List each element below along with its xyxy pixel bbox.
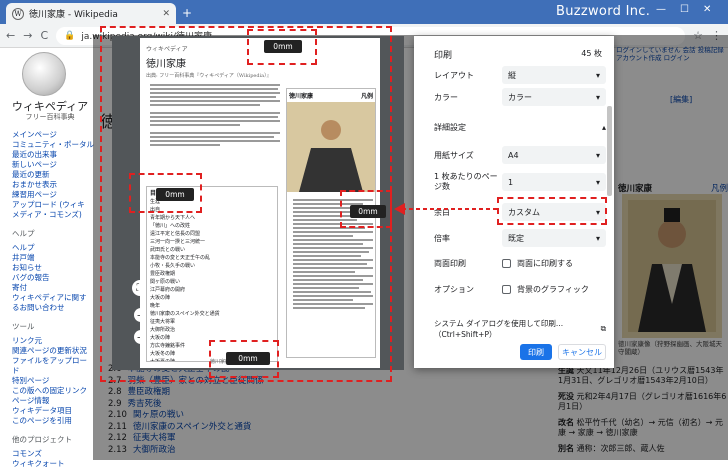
- details-label: 詳細設定: [434, 123, 466, 132]
- background-graphics-checkbox[interactable]: [502, 285, 511, 294]
- sidebar-heading: ツール: [12, 322, 35, 331]
- print-title: 印刷: [434, 51, 453, 61]
- sidebar-link[interactable]: ウィキペディアに関するお問い合わせ: [12, 293, 92, 313]
- sidebar-link[interactable]: リンク元: [12, 336, 92, 346]
- chevron-down-icon: ▾: [595, 177, 600, 187]
- duplex-checkbox[interactable]: [502, 259, 511, 268]
- chevron-up-icon: ▴: [601, 123, 606, 132]
- layout-label: レイアウト: [434, 70, 474, 80]
- maximize-button[interactable]: ☐: [680, 4, 689, 15]
- lock-icon: 🔒: [64, 30, 76, 41]
- annotation-bottom-badge: [209, 340, 279, 378]
- sidebar-link[interactable]: メインページ: [12, 130, 92, 140]
- sidebar-heading: 他のプロジェクト: [12, 435, 72, 444]
- duplex-option-label: 両面に印刷する: [517, 259, 573, 268]
- chevron-down-icon: ▾: [595, 70, 600, 80]
- dialog-scrollbar[interactable]: [607, 106, 612, 196]
- paper-row: 用紙サイズ A4 ▾: [434, 146, 606, 164]
- new-tab-button[interactable]: +: [182, 6, 192, 20]
- wikipedia-favicon-icon: W: [12, 7, 24, 20]
- sidebar-link[interactable]: コミュニティ・ポータル: [12, 140, 94, 150]
- forward-button[interactable]: →: [23, 29, 32, 42]
- close-tab-icon[interactable]: ✕: [162, 9, 170, 19]
- reload-button[interactable]: C: [40, 29, 48, 42]
- sidebar-link[interactable]: ウィキクォート: [12, 459, 92, 469]
- sidebar-link[interactable]: バグの報告: [12, 273, 92, 283]
- system-dialog-link[interactable]: システム ダイアログを使用して印刷...（Ctrl+Shift+P） ⧉: [434, 318, 606, 340]
- sidebar-link[interactable]: 関連ページの更新状況: [12, 346, 92, 356]
- sidebar-link[interactable]: このページを引用: [12, 416, 92, 426]
- sidebar-link[interactable]: 寄付: [12, 283, 92, 293]
- window-controls: — ☐ ✕: [656, 4, 711, 15]
- cancel-button[interactable]: キャンセル: [558, 344, 606, 360]
- open-external-icon: ⧉: [600, 324, 606, 333]
- wikipedia-logo[interactable]: [22, 52, 66, 96]
- color-select[interactable]: カラー ▾: [502, 88, 606, 106]
- scale-label: 倍率: [434, 233, 450, 243]
- tab-title: 徳川家康 - Wikipedia: [29, 10, 118, 20]
- close-window-button[interactable]: ✕: [703, 4, 711, 15]
- layout-select[interactable]: 縦 ▾: [502, 66, 606, 84]
- chevron-down-icon: ▾: [595, 150, 600, 160]
- print-button[interactable]: 印刷: [520, 344, 552, 360]
- sidebar-link[interactable]: 井戸端: [12, 253, 92, 263]
- pages-per-sheet-label: 1 枚あたりのページ数: [434, 172, 498, 191]
- sidebar-link[interactable]: ファイルをアップロード: [12, 356, 92, 376]
- sidebar-link[interactable]: ページ情報: [12, 396, 92, 406]
- sidebar-heading: ヘルプ: [12, 229, 35, 238]
- color-row: カラー カラー ▾: [434, 88, 606, 106]
- sidebar-link[interactable]: アップロード (ウィキメディア・コモンズ): [12, 200, 92, 220]
- back-button[interactable]: ←: [6, 29, 15, 42]
- paper-label: 用紙サイズ: [434, 150, 474, 160]
- sidebar-link[interactable]: お知らせ: [12, 263, 92, 273]
- options-label: オプション: [434, 285, 474, 294]
- sheet-count: 45 枚: [581, 49, 602, 58]
- annotation-arrow: [394, 203, 497, 215]
- sidebar-nav: メインページ コミュニティ・ポータル 最近の出来事 新しいページ 最近の更新 お…: [12, 130, 94, 469]
- background-graphics-label: 背景のグラフィック: [517, 285, 589, 294]
- sidebar-link[interactable]: この版への固定リンク: [12, 386, 92, 396]
- layout-row: レイアウト 縦 ▾: [434, 66, 606, 84]
- minimize-button[interactable]: —: [656, 4, 666, 15]
- sidebar-link[interactable]: 練習用ページ: [12, 190, 92, 200]
- chevron-down-icon: ▾: [595, 233, 600, 243]
- details-toggle[interactable]: 詳細設定 ▴: [434, 122, 606, 133]
- sidebar-link[interactable]: ヘルプ: [12, 243, 92, 253]
- browser-tab[interactable]: W 徳川家康 - Wikipedia ✕: [6, 3, 176, 24]
- paper-select[interactable]: A4 ▾: [502, 146, 606, 164]
- sidebar-link[interactable]: 特別ページ: [12, 376, 92, 386]
- options-row: オプション 背景のグラフィック: [434, 284, 606, 295]
- annotation-margin-select: [497, 197, 607, 225]
- chevron-down-icon: ▾: [595, 92, 600, 102]
- duplex-row: 両面印刷 両面に印刷する: [434, 258, 606, 269]
- pages-per-sheet-select[interactable]: 1 ▾: [502, 173, 606, 191]
- annotation-top-badge: [247, 29, 317, 65]
- color-label: カラー: [434, 92, 458, 102]
- sidebar-link[interactable]: 新しいページ: [12, 160, 92, 170]
- brand-watermark: Buzzword Inc.: [556, 4, 651, 19]
- sidebar-link[interactable]: おまかせ表示: [12, 180, 92, 190]
- sidebar-link[interactable]: コモンズ: [12, 449, 92, 459]
- sidebar-link[interactable]: 最近の出来事: [12, 150, 92, 160]
- pages-per-sheet-row: 1 枚あたりのページ数 1 ▾: [434, 172, 606, 192]
- site-subtitle: フリー百科事典: [25, 113, 75, 121]
- sidebar-link[interactable]: 最近の更新: [12, 170, 92, 180]
- scale-select[interactable]: 既定 ▾: [502, 229, 606, 247]
- scale-row: 倍率 既定 ▾: [434, 229, 606, 247]
- annotation-right-badge: [340, 190, 392, 228]
- sidebar-link[interactable]: ウィキデータ項目: [12, 406, 92, 416]
- duplex-label: 両面印刷: [434, 259, 466, 268]
- annotation-left-badge: [129, 173, 202, 213]
